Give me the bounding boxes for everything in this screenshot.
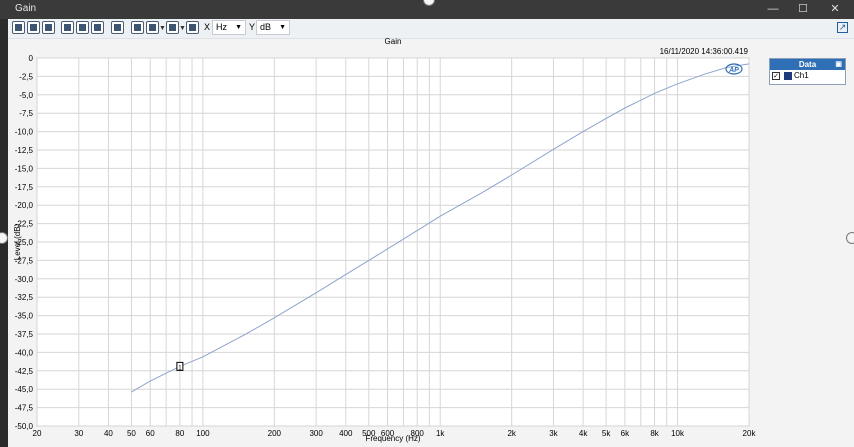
- y-tick-label: -42,5: [15, 367, 34, 376]
- y-tick-label: -47,5: [15, 404, 34, 413]
- x-tick-label: 4k: [579, 429, 588, 438]
- y-axis-title: Level (dB): [13, 223, 22, 260]
- x-tick-label: 6k: [621, 429, 630, 438]
- x-tick-label: 300: [309, 429, 323, 438]
- x-tick-label: 3k: [549, 429, 558, 438]
- x-tick-label: 60: [146, 429, 155, 438]
- gain-chart[interactable]: 0-2,5-5,0-7,5-10,0-12,5-15,0-17,5-20,0-2…: [8, 19, 854, 447]
- y-tick-label: -37,5: [15, 330, 34, 339]
- legend-item[interactable]: ✓ Ch1: [770, 70, 845, 83]
- legend-title: Data: [798, 60, 817, 69]
- y-tick-label: -12,5: [15, 146, 34, 155]
- legend-panel: Data ▣ ✓ Ch1: [769, 58, 846, 85]
- x-tick-label: 2k: [507, 429, 516, 438]
- x-tick-label: 100: [196, 429, 210, 438]
- x-tick-label: 1k: [436, 429, 445, 438]
- y-tick-label: 0: [29, 54, 34, 63]
- x-tick-label: 200: [268, 429, 282, 438]
- x-tick-label: 8k: [650, 429, 659, 438]
- maximize-icon[interactable]: ☐: [788, 1, 818, 18]
- x-tick-label: 400: [339, 429, 353, 438]
- graph-panel: ▼ ▼ X Hz ▼ Y dB ▼ ↗ 0 -2,5 -5,0 -7,5 -10,0 -1…: [8, 19, 854, 447]
- resize-handle-right[interactable]: [846, 232, 854, 244]
- series-swatch: [784, 72, 792, 80]
- y-tick-label: -15,0: [15, 164, 34, 173]
- y-tick-label: -50,0: [15, 422, 34, 431]
- y-tick-label: -5,0: [19, 91, 33, 100]
- window-title: Gain: [15, 3, 37, 14]
- x-tick-label: 30: [74, 429, 83, 438]
- x-tick-label: 5k: [602, 429, 611, 438]
- y-tick-label: -40,0: [15, 348, 34, 357]
- minimize-icon[interactable]: —: [758, 1, 788, 18]
- x-tick-label: 20: [33, 429, 42, 438]
- y-tick-label: -35,0: [15, 312, 34, 321]
- svg-text:AP: AP: [728, 67, 739, 74]
- chart-title: Gain: [385, 37, 402, 46]
- y-tick-label: -17,5: [15, 183, 34, 192]
- pin-icon[interactable]: ▣: [835, 59, 842, 70]
- chart-timestamp: 16/11/2020 14:36:00.419: [660, 47, 749, 56]
- y-tick-label: -30,0: [15, 275, 34, 284]
- y-tick-label: -32,5: [15, 293, 34, 302]
- y-tick-label: -2,5: [19, 72, 33, 81]
- y-tick-label: -20,0: [15, 201, 34, 210]
- x-tick-label: 40: [104, 429, 113, 438]
- y-tick-label: -7,5: [19, 109, 33, 118]
- legend-header: Data ▣: [770, 59, 845, 70]
- y-tick-label: -10,0: [15, 128, 34, 137]
- y-tick-label: -45,0: [15, 385, 34, 394]
- x-tick-label: 20k: [743, 429, 757, 438]
- checkbox-icon[interactable]: ✓: [772, 72, 780, 80]
- x-tick-label: 80: [175, 429, 184, 438]
- x-tick-label: 10k: [671, 429, 685, 438]
- x-axis-title: Frequency (Hz): [365, 434, 420, 443]
- legend-item-label: Ch1: [794, 71, 809, 80]
- resize-handle-left[interactable]: [0, 232, 8, 244]
- x-tick-label: 50: [127, 429, 136, 438]
- close-icon[interactable]: ✕: [820, 1, 850, 18]
